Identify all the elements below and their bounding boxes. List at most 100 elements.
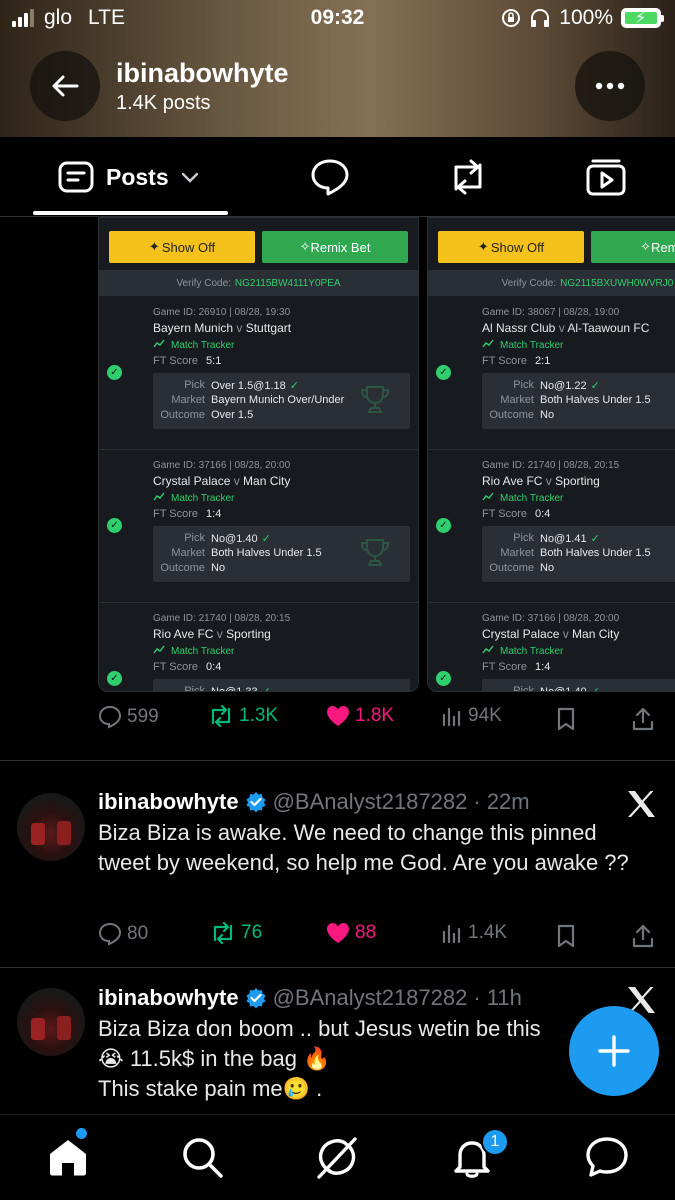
bookmark-icon[interactable]	[556, 924, 576, 948]
game-meta: Game ID: 21740 | 08/28, 20:15	[153, 613, 291, 624]
match-tracker-link[interactable]: Match Tracker	[482, 492, 563, 505]
avatar[interactable]	[17, 988, 85, 1056]
views-action[interactable]: 1.4K	[441, 922, 507, 944]
plus-icon	[598, 1035, 630, 1067]
author-name[interactable]: ibinabowhyte	[98, 985, 239, 1011]
ft-score-value: 2:1	[535, 355, 551, 367]
detail-value: No	[211, 562, 226, 574]
reply-action[interactable]: 80	[98, 922, 148, 946]
back-button[interactable]	[30, 51, 100, 121]
compose-post-button[interactable]	[569, 1006, 659, 1096]
game-row: Game ID: 37166 | 08/28, 20:00 Crystal Pal…	[99, 450, 418, 603]
battery-percent: 100%	[559, 6, 613, 29]
show-off-button[interactable]: ✦ Show Off	[438, 231, 584, 263]
views-action[interactable]: 94K	[441, 705, 502, 727]
repost-action[interactable]: 1.3K	[208, 705, 278, 727]
tab-posts[interactable]: Posts	[58, 161, 199, 193]
like-count: 88	[355, 922, 377, 943]
sparkle-icon: ✧	[299, 239, 311, 254]
remix-bet-button[interactable]: ✧ Remix Bet	[262, 231, 408, 263]
search-icon[interactable]	[180, 1135, 224, 1179]
like-action[interactable]: 1.8K	[326, 705, 394, 727]
posts-icon	[58, 161, 94, 193]
tweet-time[interactable]: · 11h	[473, 985, 522, 1011]
won-check-icon: ✓	[436, 365, 451, 380]
messages-icon[interactable]	[585, 1135, 629, 1179]
away-team: Al-Taawoun FC	[567, 321, 650, 335]
trophy-icon	[358, 538, 392, 568]
verify-code[interactable]: NG2115BW4111Y0PEA	[235, 278, 341, 289]
share-icon[interactable]	[632, 707, 654, 731]
match-tracker-link[interactable]: Match Tracker	[153, 339, 234, 352]
avatar[interactable]	[17, 793, 85, 861]
game-teams: Al Nassr Club v Al-Taawoun FC	[482, 321, 649, 335]
won-check-icon: ✓	[436, 518, 451, 533]
detail-value: Both Halves Under 1.5	[540, 394, 651, 406]
verify-code[interactable]: NG2115BXUWH0WVRJ0	[560, 278, 673, 289]
detail-label: Pick	[513, 532, 534, 544]
bookmark-icon[interactable]	[556, 707, 576, 731]
repost-count: 1.3K	[239, 705, 279, 726]
pick-detail-row: Pick No@1.22 ✓	[482, 379, 675, 394]
repost-action[interactable]: 76	[210, 922, 262, 944]
bet-slip-image[interactable]: ✦ Show Off✧ RemixVerify Code:NG2115BXUWH…	[427, 217, 675, 692]
author-handle[interactable]: @BAnalyst2187282	[273, 789, 468, 815]
show-off-label: Show Off	[161, 239, 216, 255]
share-icon[interactable]	[632, 924, 654, 948]
more-options-button[interactable]	[575, 51, 645, 121]
check-icon: ✓	[261, 533, 271, 545]
author-handle[interactable]: @BAnalyst2187282	[273, 985, 468, 1011]
tweet-header: ibinabowhyte @BAnalyst2187282 · 11h	[98, 985, 522, 1011]
tweet-time[interactable]: · 22m	[473, 789, 529, 815]
ft-score-value: 0:4	[206, 661, 222, 673]
battery-icon: ⚡	[621, 8, 664, 28]
ft-score: FT Score 1:4	[153, 508, 221, 520]
reply-action[interactable]: 599	[98, 705, 159, 729]
status-bar: glo LTE 09:32 100% ⚡	[0, 0, 675, 40]
pick-details: Pick No@1.33 ✓	[153, 679, 410, 692]
remix-bet-button[interactable]: ✧ Remix	[591, 231, 675, 263]
show-off-button[interactable]: ✦ Show Off	[109, 231, 255, 263]
home-unread-dot	[76, 1128, 87, 1139]
match-tracker-link[interactable]: Match Tracker	[482, 339, 563, 352]
versus-label: v	[233, 321, 246, 335]
chart-line-icon	[153, 645, 165, 658]
tab-media-icon[interactable]	[585, 157, 627, 197]
heart-filled-icon	[327, 706, 349, 726]
detail-label: Market	[500, 547, 534, 559]
tab-replies-icon[interactable]	[310, 157, 350, 197]
ft-score-label: FT Score	[482, 508, 528, 520]
ft-score: FT Score 1:4	[482, 661, 550, 673]
chevron-down-icon[interactable]	[181, 171, 199, 183]
pick-detail-row: Pick No@1.41 ✓	[482, 532, 675, 547]
arrow-left-icon	[52, 75, 79, 97]
ft-score-value: 0:4	[535, 508, 551, 520]
home-icon[interactable]	[46, 1135, 90, 1179]
ft-score-label: FT Score	[153, 508, 199, 520]
away-team: Man City	[572, 627, 620, 641]
like-action[interactable]: 88	[326, 922, 376, 944]
detail-value: No@1.40 ✓	[211, 533, 271, 545]
tweet-actions: 80 76 88 1.4K	[98, 922, 658, 952]
ft-score-value: 1:4	[535, 661, 551, 673]
pick-detail-row: Outcome No	[482, 562, 675, 577]
home-team: Bayern Munich	[153, 321, 234, 335]
megaphone-icon: ✦	[148, 239, 160, 254]
bet-slip-image[interactable]: ✦ Show Off ✧ Remix Bet Verify Code: NG2115B…	[98, 217, 419, 692]
won-check-icon: ✓	[107, 365, 122, 380]
remix-label: Remix Bet	[310, 239, 371, 255]
game-teams: Bayern Munich v Stuttgart	[153, 321, 291, 335]
trophy-icon	[358, 691, 392, 692]
away-team: Stuttgart	[245, 321, 292, 335]
post-media-carousel[interactable]: ✦ Show Off ✧ Remix Bet Verify Code: NG2115B…	[98, 217, 675, 692]
check-icon: ✓	[289, 380, 299, 392]
more-dots-icon	[595, 82, 625, 90]
ft-score-value: 1:4	[206, 508, 222, 520]
grok-icon[interactable]	[315, 1135, 359, 1179]
match-tracker-link[interactable]: Match Tracker	[153, 645, 234, 658]
match-tracker-link[interactable]: Match Tracker	[482, 645, 563, 658]
match-tracker-link[interactable]: Match Tracker	[153, 492, 234, 505]
tab-reposts-icon[interactable]	[447, 157, 489, 197]
author-name[interactable]: ibinabowhyte	[98, 789, 239, 815]
detail-value: No@1.22 ✓	[540, 380, 600, 392]
